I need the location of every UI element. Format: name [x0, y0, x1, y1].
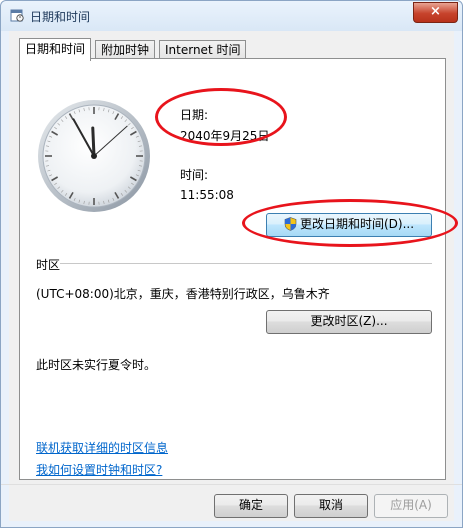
timezone-heading: 时区 — [36, 258, 61, 272]
calendar-clock-icon — [10, 9, 24, 22]
date-value: 2040年9月25日 — [180, 129, 270, 143]
timezone-divider — [60, 263, 432, 264]
window-title: 日期和时间 — [30, 10, 91, 24]
tab-date-and-time[interactable]: 日期和时间 — [19, 38, 92, 61]
date-time-panel: 日期: 2040年9月25日 时间: 11:55:08 更改日期和时间(D)..… — [19, 58, 458, 480]
apply-button[interactable]: 应用(A) — [374, 494, 448, 518]
footer-divider — [1, 484, 462, 485]
date-label: 日期: — [180, 108, 209, 122]
ok-button[interactable]: 确定 — [214, 494, 288, 518]
online-timezone-info-link[interactable]: 联机获取详细的时区信息 — [36, 439, 168, 456]
title-bar: 日期和时间 × — [1, 1, 462, 31]
shield-icon — [284, 217, 297, 231]
close-button[interactable]: × — [413, 2, 458, 23]
tab-internet-time[interactable]: Internet 时间 — [159, 40, 247, 60]
date-time-dialog: 日期和时间 × 日期和时间 附加时钟 Internet 时间 日期: 2040年… — [0, 0, 463, 528]
tab-additional-clocks[interactable]: 附加时钟 — [95, 40, 156, 60]
how-to-set-clock-link[interactable]: 我如何设置时钟和时区? — [36, 461, 162, 478]
change-date-time-button[interactable]: 更改日期和时间(D)... — [266, 213, 432, 237]
time-label: 时间: — [180, 168, 209, 182]
analog-clock — [38, 100, 150, 212]
dst-note: 此时区未实行夏令时。 — [36, 358, 157, 372]
cancel-button[interactable]: 取消 — [294, 494, 368, 518]
change-timezone-button[interactable]: 更改时区(Z)... — [266, 310, 432, 334]
time-value: 11:55:08 — [180, 188, 234, 202]
change-date-time-label: 更改日期和时间(D)... — [299, 217, 415, 231]
timezone-value: (UTC+08:00)北京，重庆，香港特别行政区，乌鲁木齐 — [36, 287, 330, 301]
